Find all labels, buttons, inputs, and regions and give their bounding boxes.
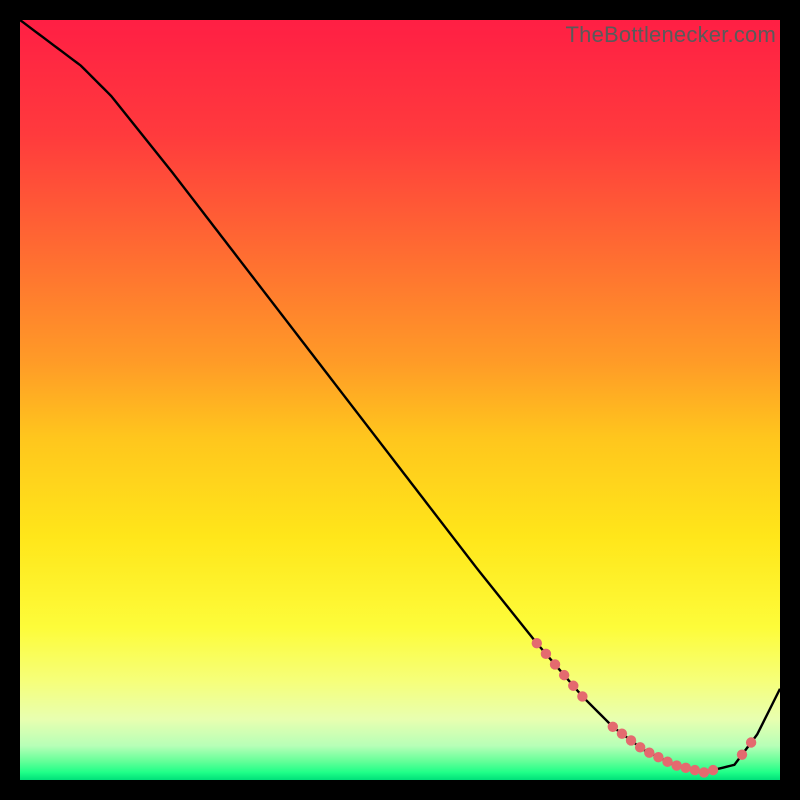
gradient-background (20, 20, 780, 780)
marker-dot (568, 681, 578, 691)
marker-dot (708, 765, 718, 775)
marker-dot (681, 763, 691, 773)
marker-dot (671, 760, 681, 770)
marker-dot (577, 691, 587, 701)
marker-dot (532, 638, 542, 648)
marker-dot (626, 735, 636, 745)
marker-dot (559, 670, 569, 680)
chart-frame: TheBottlenecker.com (20, 20, 780, 780)
marker-dot (690, 765, 700, 775)
marker-dot (635, 742, 645, 752)
marker-dot (737, 749, 747, 759)
marker-dot (541, 649, 551, 659)
watermark-text: TheBottlenecker.com (566, 22, 776, 48)
marker-dot (550, 659, 560, 669)
marker-dot (644, 747, 654, 757)
marker-dot (617, 728, 627, 738)
marker-dot (608, 722, 618, 732)
chart-svg (20, 20, 780, 780)
marker-dot (653, 752, 663, 762)
marker-dot (699, 767, 709, 777)
marker-dot (746, 737, 756, 747)
marker-dot (662, 757, 672, 767)
